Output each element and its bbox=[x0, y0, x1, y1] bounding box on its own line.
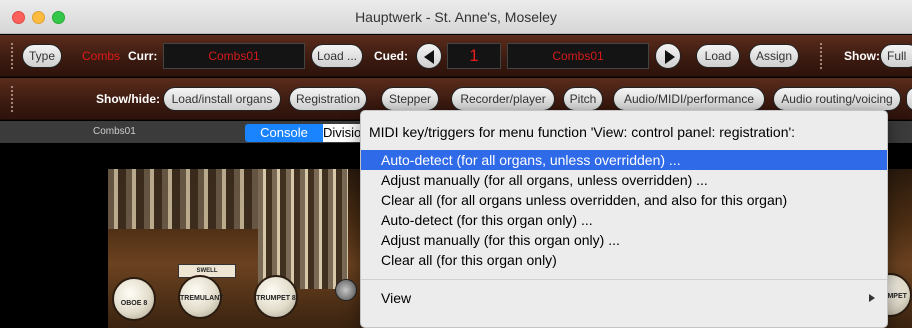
current-combination-name: Combs01 bbox=[93, 126, 136, 137]
menu-item-adjust-manually-this[interactable]: Adjust manually (for this organ only) ..… bbox=[361, 230, 887, 250]
registration-button[interactable]: Registration bbox=[289, 87, 367, 111]
toolbar-grip-icon[interactable] bbox=[819, 42, 823, 70]
show-label: Show: bbox=[844, 49, 880, 63]
audio-routing-voicing-button[interactable]: Audio routing/voicing bbox=[773, 87, 901, 111]
next-button[interactable] bbox=[655, 43, 681, 69]
show-hide-label: Show/hide: bbox=[96, 92, 160, 106]
menu-separator bbox=[361, 279, 887, 280]
arrow-right-icon bbox=[665, 50, 675, 64]
stop-oboe[interactable]: OBOE 8 bbox=[112, 277, 156, 321]
menu-heading: MIDI key/triggers for menu function 'Vie… bbox=[369, 124, 796, 140]
load-install-organs-button[interactable]: Load/install organs bbox=[163, 87, 281, 111]
menu-item-view-submenu[interactable]: View bbox=[361, 288, 887, 308]
curr-label: Curr: bbox=[128, 49, 158, 63]
menu-item-adjust-manually-all[interactable]: Adjust manually (for all organs, unless … bbox=[361, 170, 887, 190]
assign-button[interactable]: Assign bbox=[749, 44, 799, 68]
submenu-arrow-icon bbox=[869, 294, 875, 302]
cued-label: Cued: bbox=[374, 49, 408, 63]
load-dots-button[interactable]: Load ... bbox=[311, 44, 363, 68]
pitch-button[interactable]: Pitch bbox=[563, 87, 603, 111]
cued-combination-display: Combs01 bbox=[507, 43, 649, 69]
toolbar-grip-icon[interactable] bbox=[10, 42, 14, 70]
arrow-left-icon bbox=[424, 50, 434, 64]
current-combination-display: Combs01 bbox=[163, 43, 305, 69]
organ-pipes bbox=[258, 169, 348, 289]
menu-item-clear-all-this[interactable]: Clear all (for this organ only) bbox=[361, 250, 887, 270]
type-button[interactable]: Type bbox=[22, 44, 62, 68]
stop-trumpet[interactable]: TRUMPET 8 bbox=[254, 275, 298, 319]
menu-item-auto-detect-all[interactable]: Auto-detect (for all organs, unless over… bbox=[361, 150, 887, 170]
combs-label: Combs bbox=[82, 49, 121, 63]
combination-toolbar: Type Combs Curr: Combs01 Load ... Cued: … bbox=[0, 35, 912, 77]
menu-item-auto-detect-this[interactable]: Auto-detect (for this organ only) ... bbox=[361, 210, 887, 230]
load-button[interactable]: Load bbox=[696, 44, 740, 68]
stop-tremulant[interactable]: TREMULANT bbox=[178, 275, 224, 319]
show-mode-select[interactable]: Full bbox=[880, 44, 912, 68]
menu-item-clear-all-all[interactable]: Clear all (for all organs unless overrid… bbox=[361, 190, 887, 210]
menu-item-view-label: View bbox=[381, 290, 412, 306]
cued-number-display: 1 bbox=[447, 43, 501, 69]
window-title: Hauptwerk - St. Anne's, Moseley bbox=[355, 9, 557, 25]
midi-triggers-menu: MIDI key/triggers for menu function 'Vie… bbox=[360, 110, 888, 328]
tab-console[interactable]: Console bbox=[245, 124, 323, 142]
toolbar-grip-icon[interactable] bbox=[10, 85, 14, 113]
more-button[interactable] bbox=[906, 87, 912, 111]
previous-button[interactable] bbox=[416, 43, 442, 69]
recorder-player-button[interactable]: Recorder/player bbox=[451, 87, 555, 111]
stepper-button[interactable]: Stepper bbox=[381, 87, 439, 111]
console-emblem-icon bbox=[335, 279, 357, 301]
audio-midi-performance-button[interactable]: Audio/MIDI/performance bbox=[613, 87, 765, 111]
title-bar: Hauptwerk - St. Anne's, Moseley bbox=[0, 0, 912, 34]
